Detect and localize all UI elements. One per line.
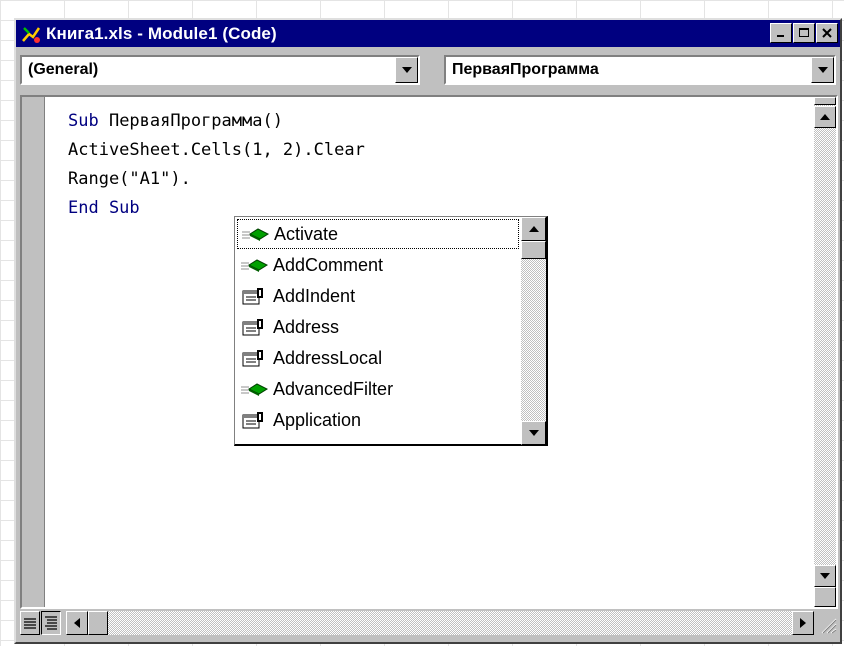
autocomplete-item-label: Address [273,316,340,337]
autocomplete-item-label: Application [273,409,362,430]
property-icon [237,315,271,339]
arrow-up-icon [820,114,830,120]
arrow-down-icon [528,430,539,436]
full-module-view-button[interactable] [41,611,61,635]
code-text[interactable]: Sub ПерваяПрограмма() ActiveSheet.Cells(1… [68,107,365,223]
procedure-combo-dropdown-button[interactable] [811,57,834,83]
procedure-view-icon [24,618,36,629]
arrow-right-icon [800,618,806,628]
close-button[interactable] [816,23,838,43]
autocomplete-item[interactable]: Application [237,405,519,435]
chevron-down-icon [401,67,412,73]
autocomplete-item-label: Activate [274,223,339,244]
maximize-icon [799,28,809,37]
method-icon [237,253,271,277]
autocomplete-item-label: AddComment [273,254,384,275]
object-combo-dropdown-button[interactable] [395,57,418,83]
minimize-button[interactable] [770,23,792,43]
title-bar[interactable]: Книга1.xls - Module1 (Code) [16,20,840,47]
autocomplete-item[interactable]: AdvancedFilter [237,374,519,404]
arrow-left-icon [74,618,80,628]
horizontal-scrollbar[interactable] [66,611,814,635]
procedure-combo[interactable]: ПерваяПрограмма [444,55,836,85]
maximize-button[interactable] [793,23,815,43]
autocomplete-item-label: AddIndent [273,285,356,306]
scroll-down-button[interactable] [814,565,836,587]
autocomplete-scroll-down-button[interactable] [521,421,546,445]
minimize-icon [777,35,784,37]
close-icon [822,28,832,38]
chevron-down-icon [817,67,828,73]
procedure-combo-value: ПерваяПрограмма [452,61,599,78]
window-title: Книга1.xls - Module1 (Code) [46,23,277,43]
property-icon [237,408,271,432]
horizontal-scroll-thumb[interactable] [88,611,108,635]
code-line: Sub ПерваяПрограмма() [68,111,283,131]
full-module-view-icon [45,616,57,630]
code-window: Книга1.xls - Module1 (Code) (General) Пе… [14,18,842,644]
autocomplete-item[interactable]: AddIndent [237,281,519,311]
arrow-down-icon [820,573,830,579]
scroll-right-button[interactable] [792,611,814,635]
object-combo[interactable]: (General) [20,55,420,85]
method-icon [238,222,272,246]
object-combo-value: (General) [28,61,99,78]
method-icon [237,377,271,401]
autocomplete-list[interactable]: Activate AddComment AddIndent Address Ad… [234,216,548,446]
autocomplete-scroll-up-button[interactable] [521,217,546,241]
property-icon [237,346,271,370]
autocomplete-item[interactable]: Address [237,312,519,342]
margin-indicator-bar[interactable] [22,97,45,607]
property-icon [237,284,271,308]
resize-grip-icon [821,618,837,634]
code-line: ActiveSheet.Cells(1, 2).Clear [68,140,365,160]
scroll-left-button[interactable] [66,611,88,635]
autocomplete-scroll-thumb[interactable] [521,241,546,259]
procedure-view-button[interactable] [20,611,40,635]
resize-grip[interactable] [816,611,838,635]
scroll-up-button[interactable] [814,106,836,128]
autocomplete-item-label: AdvancedFilter [273,378,394,399]
autocomplete-item[interactable]: Activate [237,219,519,249]
vba-module-icon [20,23,42,45]
vertical-scroll-thumb[interactable] [814,97,836,105]
autocomplete-item-label: AddressLocal [273,347,383,368]
autocomplete-scrollbar[interactable] [521,217,546,445]
vertical-scrollbar[interactable] [814,97,836,607]
code-line: Range("A1"). [68,169,191,189]
arrow-up-icon [528,226,539,232]
autocomplete-item[interactable]: AddComment [237,250,519,280]
autocomplete-item[interactable]: AddressLocal [237,343,519,373]
vertical-scroll-thumb-bottom[interactable] [814,587,836,607]
